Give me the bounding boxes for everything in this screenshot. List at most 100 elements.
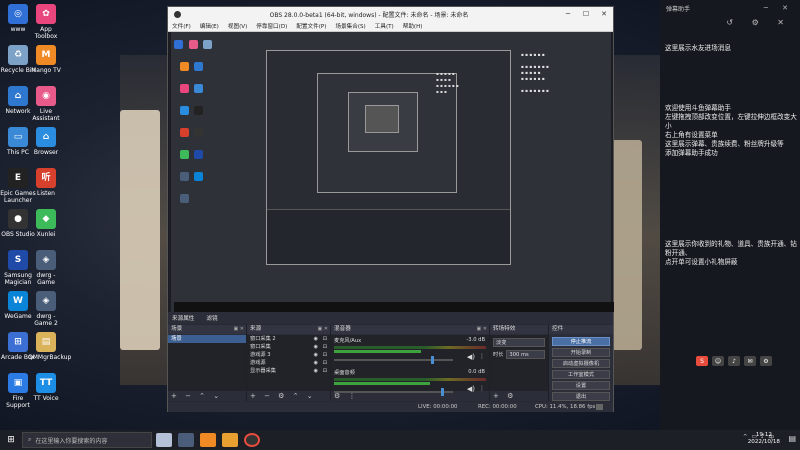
volume-meter <box>334 378 486 381</box>
duration-input[interactable]: 300 ms <box>506 350 545 359</box>
gift-icon[interactable]: ✉ <box>744 356 756 366</box>
eye-icon[interactable]: ◉ <box>314 351 318 359</box>
mixer-channels: 麦克风/Aux -3.0 dB ◀) ⋮ 桌面音频 0.0 dB ◀) ⋮ <box>331 335 489 396</box>
desktop-icon[interactable]: ⌂ Browser <box>28 127 64 156</box>
controls-buttons: 停止推流开始录制启动虚拟摄像机 工作室模式设置退出 <box>549 335 613 401</box>
chat-bottom-toolbar[interactable]: S ☺ ♪ ✉ ⚙ <box>696 356 772 366</box>
sources-dock-toolbar[interactable]: + − ⚙ ⌃ ⌄ <box>247 391 330 401</box>
menu-item[interactable]: 停靠窗口(D) <box>256 22 287 30</box>
gear-icon[interactable]: ⋮ <box>479 353 485 360</box>
menu-item[interactable]: 工具(T) <box>375 22 394 30</box>
desktop-icon-label: QMMgrBackup <box>28 354 72 361</box>
chat-toolbar-icons[interactable]: ↺ ⚙ ✕ <box>726 18 792 27</box>
eye-icon[interactable]: ◉ <box>314 335 318 343</box>
source-item-label: 游戏源 <box>250 360 266 366</box>
sources-list[interactable]: 窗口采集 2 ◉ ⊡ 窗口采集 ◉ ⊡ 游戏源 3 ◉ ⊡ 游戏源 ◉ ⊡ 显示器采集 ◉ ⊡ <box>247 335 330 391</box>
taskbar-app-game[interactable] <box>156 433 172 447</box>
taskbar-app-live[interactable] <box>200 433 216 447</box>
source-item[interactable]: 窗口采集 2 ◉ ⊡ <box>247 335 330 343</box>
source-item-label: 窗口采集 2 <box>250 336 276 342</box>
control-button[interactable]: 开始录制 <box>552 348 610 357</box>
notification-icon[interactable]: ▤ <box>788 434 796 443</box>
search-icon: ⌕ <box>28 436 32 443</box>
dock-float-icon[interactable]: ▣ ✕ <box>317 325 328 334</box>
mixer-dock-toolbar[interactable]: ⚙ ⋮ <box>331 391 489 401</box>
dock-float-icon[interactable]: ▣ ✕ <box>476 325 487 334</box>
control-button[interactable]: 设置 <box>552 381 610 390</box>
lock-icon[interactable]: ⊡ <box>323 367 327 375</box>
scenes-list[interactable]: 场景 <box>168 335 246 391</box>
taskbar-search[interactable]: ⌕ 在这里输入你要搜索的内容 <box>22 432 152 448</box>
minimize-icon[interactable]: ─ <box>559 7 577 21</box>
lock-icon[interactable]: ⊡ <box>323 335 327 343</box>
chat-message-gifts: 这里展示你收到的礼物、道具、贵族开通、钻粉开通、 点开单可设置小礼物屏蔽 <box>665 240 797 266</box>
scenes-dock-toolbar[interactable]: + − ⌃ ⌄ <box>168 391 246 401</box>
lock-icon[interactable]: ⊡ <box>323 351 327 359</box>
obs-title-bar[interactable]: OBS 28.0.0-beta1 (64-bit, windows) - 配置文… <box>168 7 613 21</box>
source-item[interactable]: 窗口采集 ◉ ⊡ <box>247 343 330 351</box>
app-icon: ✿ <box>36 4 56 24</box>
control-button[interactable]: 退出 <box>552 392 610 401</box>
menu-item[interactable]: 帮助(H) <box>403 22 423 30</box>
eye-icon[interactable]: ◉ <box>314 367 318 375</box>
obs-window[interactable]: OBS 28.0.0-beta1 (64-bit, windows) - 配置文… <box>167 6 614 412</box>
settings-icon[interactable]: ⚙ <box>760 356 772 366</box>
tab-filters[interactable]: 滤镜 <box>206 314 217 322</box>
obs-preview[interactable]: ▪ ▪ ▪ ▪ ▪ ▪ ▪ ▪ ▪ ▪ ▪ ▪ ▪ ▪ ▪ ▪ ▪ ▪ ▪ ▪ ▪ ▪… <box>168 32 614 312</box>
taskbar-app-dwrg[interactable] <box>178 433 194 447</box>
desktop-icon[interactable]: M Mango TV <box>28 45 64 74</box>
lock-icon[interactable]: ⊡ <box>323 343 327 351</box>
obs-context-tabs: 来源属性 滤镜 <box>168 312 613 324</box>
desktop-icon[interactable]: ▤ QMMgrBackup <box>28 332 72 361</box>
nested-obs-docks <box>267 209 510 264</box>
mixer-dock-title: 混音器 <box>334 326 351 332</box>
control-button[interactable]: 启动虚拟摄像机 <box>552 359 610 368</box>
scene-item[interactable]: 场景 <box>168 335 246 343</box>
menu-item[interactable]: 场景集合(S) <box>335 22 365 30</box>
danmaku-assistant-panel[interactable]: 弹幕助手 ─ ✕ ↺ ⚙ ✕ 这里展示水友进场消息 欢迎使用斗鱼弹幕助手 左键拖… <box>660 0 800 430</box>
transition-select[interactable]: 淡变 <box>493 338 545 347</box>
source-item[interactable]: 游戏源 3 ◉ ⊡ <box>247 351 330 359</box>
desktop-icon-label: App Toolbox <box>34 26 58 40</box>
volume-fader[interactable] <box>334 356 453 364</box>
channel-name: 麦克风/Aux <box>334 338 362 344</box>
emoji-icon[interactable]: ☺ <box>712 356 724 366</box>
taskbar-app-obs[interactable] <box>244 433 260 447</box>
taskbar-app-assistant[interactable] <box>222 433 238 447</box>
menu-item[interactable]: 配置文件(P) <box>296 22 326 30</box>
fader-thumb[interactable] <box>431 356 435 364</box>
dock-float-icon[interactable]: ▣ ✕ <box>233 325 244 334</box>
maximize-icon[interactable]: ☐ <box>577 7 595 21</box>
obs-status-bar: LIVE: 00:00:00 REC: 00:00:00 CPU: 11.4%,… <box>168 402 613 412</box>
source-item[interactable]: 游戏源 ◉ ⊡ <box>247 359 330 367</box>
douyu-icon[interactable]: S <box>696 356 708 366</box>
speaker-icon[interactable]: ◀) <box>467 353 475 361</box>
transitions-toolbar[interactable]: + ⚙ <box>490 391 548 401</box>
desktop-icon[interactable]: TT TT Voice <box>28 373 64 402</box>
control-button[interactable]: 工作室模式 <box>552 370 610 379</box>
desktop-icon[interactable]: ◆ Xunlei <box>28 209 64 238</box>
eye-icon[interactable]: ◉ <box>314 343 318 351</box>
menu-item[interactable]: 文件(F) <box>172 22 191 30</box>
control-button[interactable]: 停止推流 <box>552 337 610 346</box>
desktop-icon[interactable]: 听 Listen <box>28 168 64 197</box>
source-item[interactable]: 显示器采集 ◉ ⊡ <box>247 367 330 375</box>
desktop-icon[interactable]: ◈ dwrg - Game <box>28 250 64 286</box>
eye-icon[interactable]: ◉ <box>314 359 318 367</box>
lock-icon[interactable]: ⊡ <box>323 359 327 367</box>
obs-window-title: OBS 28.0.0-beta1 (64-bit, windows) - 配置文… <box>269 11 469 19</box>
taskbar-clock[interactable]: 19:12 2022/10/18 <box>748 432 780 446</box>
mic-icon[interactable]: ♪ <box>728 356 740 366</box>
desktop-icon[interactable]: ◈ dwrg - Game 2 <box>28 291 64 327</box>
clock-time: 19:12 <box>755 432 772 438</box>
chat-message-enter: 这里展示水友进场消息 <box>665 44 731 52</box>
close-icon[interactable]: ✕ <box>595 7 613 21</box>
chat-window-controls[interactable]: ─ ✕ <box>764 4 794 12</box>
menu-item[interactable]: 编辑(E) <box>200 22 219 30</box>
desktop-icon[interactable]: ◉ Live Assistant <box>28 86 64 122</box>
menu-item[interactable]: 视图(V) <box>228 22 247 30</box>
start-icon[interactable]: ⊞ <box>0 430 22 450</box>
desktop-icon-label: Browser <box>33 149 59 156</box>
desktop-icon[interactable]: ✿ App Toolbox <box>28 4 64 40</box>
tab-source-properties[interactable]: 来源属性 <box>172 314 194 322</box>
